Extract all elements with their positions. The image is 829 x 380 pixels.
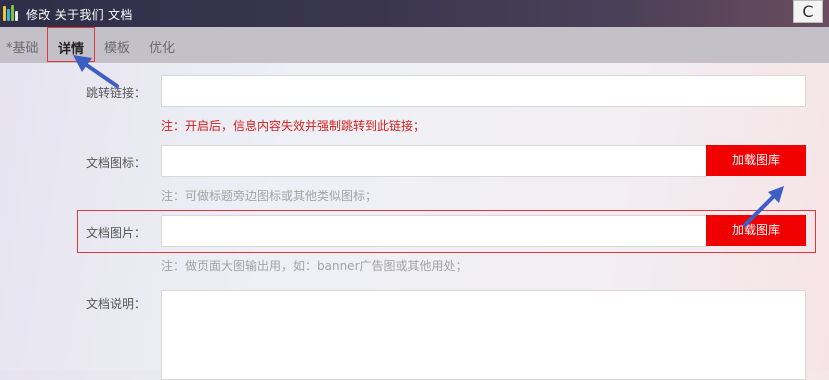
redirect-link-input[interactable] xyxy=(161,75,806,107)
tab-optimize[interactable]: 优化 xyxy=(149,37,175,56)
doc-image-input[interactable] xyxy=(161,215,707,247)
tab-template[interactable]: 模板 xyxy=(104,37,130,56)
doc-icon-label: 文档图标： xyxy=(85,156,146,170)
window-title: 修改 关于我们 文档 xyxy=(26,8,133,22)
doc-description-textarea[interactable] xyxy=(161,290,806,380)
doc-image-load-gallery-button[interactable]: 加载图库 xyxy=(706,215,806,246)
app-icon xyxy=(3,4,19,21)
title-bar: 修改 关于我们 文档 C xyxy=(0,0,829,27)
doc-description-label: 文档说明： xyxy=(85,297,146,311)
doc-icon-hint: 注：可做标题旁边图标或其他类似图标； xyxy=(161,189,378,203)
doc-image-hint: 注：做页面大图输出用，如：banner广告图或其他用处； xyxy=(161,259,468,273)
refresh-icon: C xyxy=(802,2,814,21)
tab-basic[interactable]: *基础 xyxy=(6,37,39,56)
tab-bar: *基础 详情 模板 优化 xyxy=(0,27,829,63)
doc-icon-input[interactable] xyxy=(161,145,707,177)
redirect-link-label: 跳转链接： xyxy=(85,86,146,100)
tab-details[interactable]: 详情 xyxy=(47,27,95,62)
doc-icon-load-gallery-button[interactable]: 加载图库 xyxy=(706,145,806,176)
refresh-button[interactable]: C xyxy=(793,0,823,23)
redirect-link-hint: 注：开启后，信息内容失效并强制跳转到此链接； xyxy=(161,119,426,133)
doc-image-label: 文档图片： xyxy=(85,226,146,240)
